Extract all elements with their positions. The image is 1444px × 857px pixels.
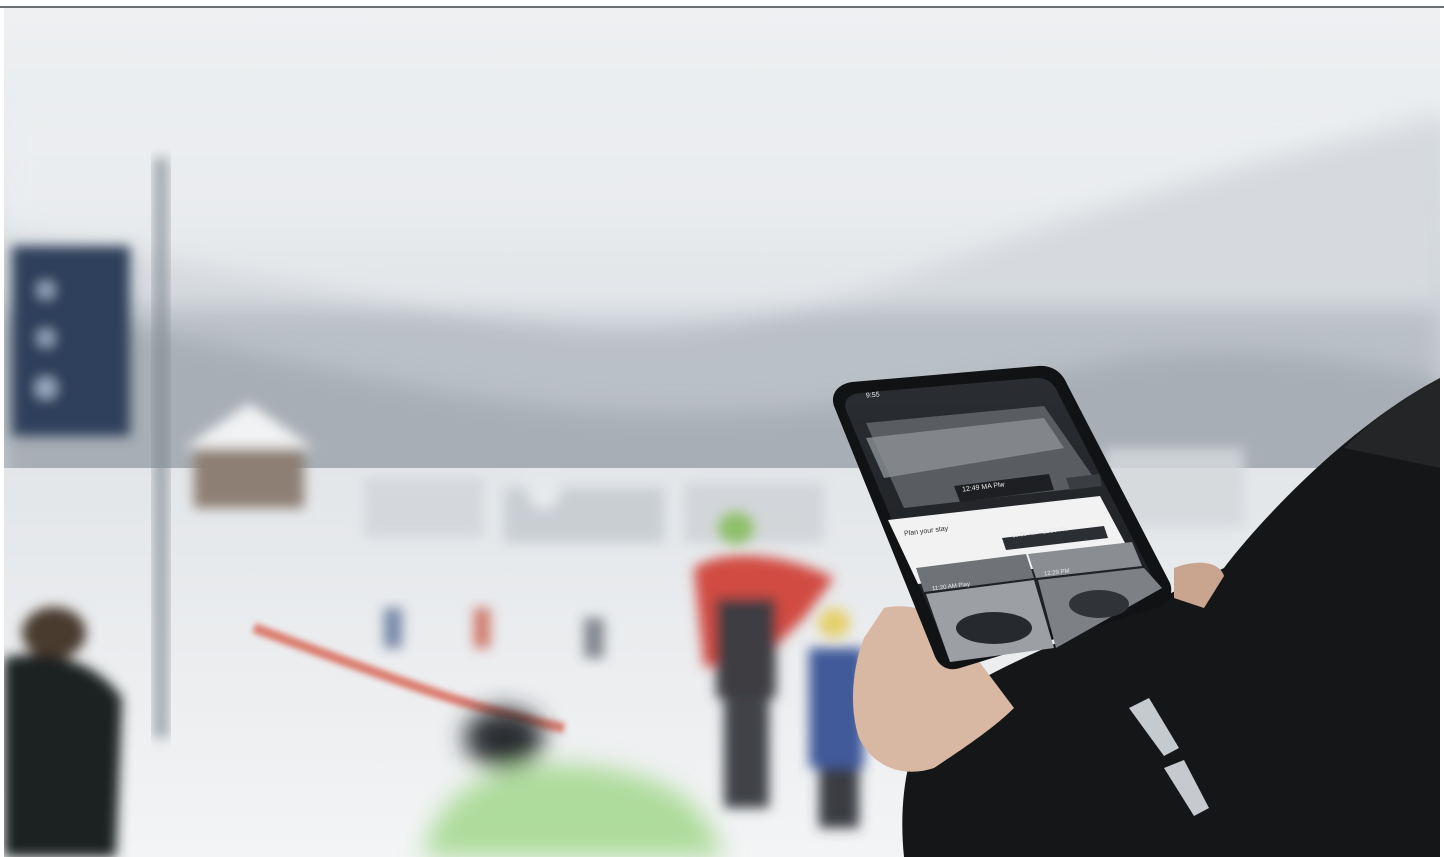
phone-status-time: 9:55: [865, 391, 880, 400]
top-border: [0, 0, 1444, 8]
background-scene: [4, 108, 1440, 857]
blue-sign: [12, 246, 130, 436]
pole: [154, 158, 168, 738]
snowy-scene-photo: 9:55 12:49 MA Plw Plan your stay 10:00 A…: [4, 8, 1440, 857]
photo-frame: 9:55 12:49 MA Plw Plan your stay 10:00 A…: [0, 0, 1444, 857]
